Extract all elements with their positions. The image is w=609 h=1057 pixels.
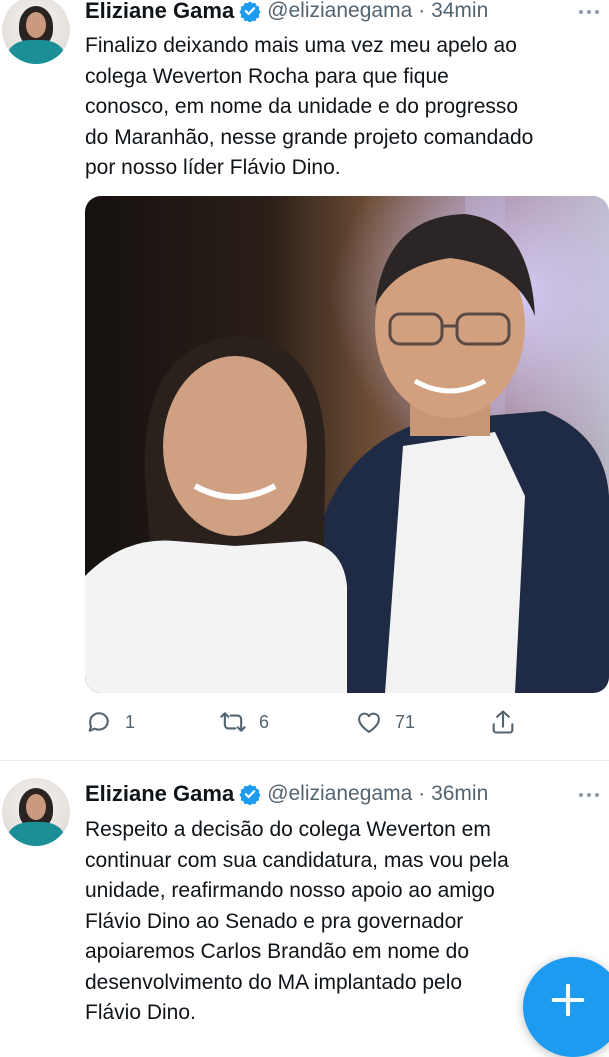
reply-count: 1: [125, 711, 136, 732]
more-icon[interactable]: [569, 2, 609, 22]
avatar-face: [26, 794, 46, 820]
avatar[interactable]: [2, 778, 70, 846]
like-button[interactable]: 71: [355, 704, 415, 740]
author-handle[interactable]: @elizianegama: [267, 782, 412, 806]
tweet[interactable]: Eliziane Gama @elizianegama · 34min Fina…: [0, 0, 609, 760]
tweet-text-line: por nosso líder Flávio Dino.: [85, 156, 341, 179]
tweet-time[interactable]: · 34min: [418, 0, 488, 23]
tweet-text-line: conosco, em nome da unidade e do progres…: [85, 95, 519, 118]
reply-icon: [88, 712, 109, 732]
tweet-text-line: Flávio Dino ao Senado e pra governador: [85, 909, 464, 933]
retweet-count: 6: [259, 711, 270, 732]
tweet-divider: [0, 760, 609, 761]
tweet[interactable]: Eliziane Gama @elizianegama · 36min Resp…: [0, 762, 609, 1024]
tweet-header: Eliziane Gama @elizianegama · 34min: [85, 0, 488, 24]
tweet-text-line: Finalizo deixando mais uma vez meu apelo…: [85, 34, 517, 57]
tweet-text-line: continuar com sua candidatura, mas vou p…: [85, 848, 509, 872]
tweet-photo[interactable]: [85, 196, 609, 693]
share-icon: [492, 710, 514, 734]
compose-plus-icon: [551, 983, 585, 1017]
retweet-icon: [220, 712, 246, 732]
compose-button[interactable]: [523, 957, 609, 1057]
retweet-button[interactable]: 6: [219, 704, 269, 740]
tweet-header: Eliziane Gama @elizianegama · 36min: [85, 781, 488, 807]
tweet-text-line: unidade, reafirmando nosso apoio ao amig…: [85, 879, 495, 902]
like-count: 71: [395, 711, 416, 732]
author-name[interactable]: Eliziane Gama: [85, 0, 234, 24]
like-icon: [358, 712, 380, 733]
verified-badge-icon: [239, 1, 261, 22]
tweet-text-line: Respeito a decisão do colega Weverton em: [85, 818, 491, 841]
more-icon[interactable]: [569, 785, 609, 805]
reply-button[interactable]: 1: [85, 704, 135, 740]
avatar-face: [26, 12, 46, 38]
author-handle[interactable]: @elizianegama: [267, 0, 412, 23]
tweet-text-line: apoiaremos Carlos Brandão em nome do: [85, 940, 470, 963]
author-name[interactable]: Eliziane Gama: [85, 781, 234, 807]
avatar-body: [8, 40, 64, 64]
tweet-text: Finalizo deixando mais uma vez meu apelo…: [85, 31, 607, 184]
tweet-text-line: do Maranhão, nesse grande projeto comand…: [85, 125, 534, 149]
tweet-actions: 1 6 71: [85, 704, 609, 740]
tweet-text-line: colega Weverton Rocha para que fique: [85, 64, 449, 88]
tweet-time[interactable]: · 36min: [418, 782, 488, 806]
verified-badge-icon: [239, 784, 261, 805]
avatar[interactable]: [2, 0, 70, 64]
share-button[interactable]: [489, 704, 517, 740]
photo-illustration: [85, 196, 609, 693]
avatar-body: [8, 822, 64, 846]
